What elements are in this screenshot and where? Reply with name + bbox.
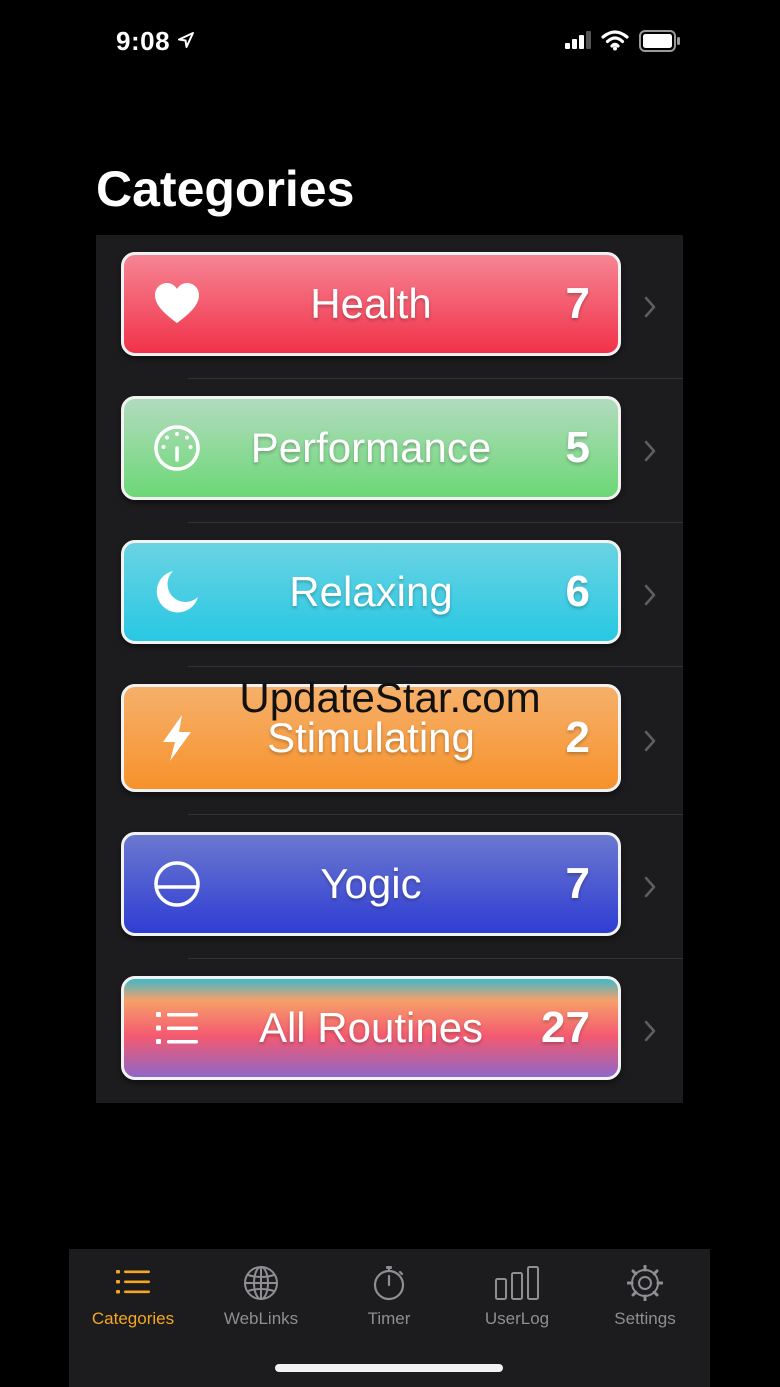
category-count: 7 bbox=[565, 279, 590, 328]
category-label: Performance bbox=[250, 424, 492, 471]
category-label: Health bbox=[310, 280, 432, 327]
category-label: Yogic bbox=[320, 860, 422, 907]
wifi-icon bbox=[601, 30, 629, 51]
tab-label: UserLog bbox=[484, 1309, 550, 1328]
category-count: 7 bbox=[565, 859, 590, 908]
row-divider bbox=[188, 958, 683, 959]
tab-label: WebLinks bbox=[223, 1309, 299, 1328]
battery-icon bbox=[639, 30, 680, 52]
tab-weblinks[interactable]: WebLinks bbox=[197, 1249, 325, 1339]
chevron-right-icon bbox=[644, 584, 656, 606]
tab-label: Timer bbox=[367, 1309, 411, 1328]
gear-icon bbox=[627, 1265, 663, 1301]
category-label: Stimulating bbox=[267, 714, 475, 761]
chevron-right-icon bbox=[644, 440, 656, 462]
tab-categories[interactable]: Categories bbox=[69, 1249, 197, 1339]
category-all-routines-button[interactable]: All Routines 27 bbox=[121, 976, 621, 1080]
list-icon bbox=[116, 1270, 150, 1294]
chevron-right-icon bbox=[644, 1020, 656, 1042]
category-label: All Routines bbox=[258, 1004, 484, 1051]
tab-label: Settings bbox=[614, 1309, 676, 1328]
category-count: 27 bbox=[541, 1003, 590, 1052]
category-count: 2 bbox=[565, 713, 590, 762]
status-time: 9:08 bbox=[116, 26, 171, 56]
page-title: Categories bbox=[96, 161, 355, 217]
chevron-right-icon bbox=[644, 876, 656, 898]
category-relaxing-button[interactable]: Relaxing 6 bbox=[121, 540, 621, 644]
chevron-right-icon bbox=[644, 296, 656, 318]
home-indicator[interactable] bbox=[275, 1364, 503, 1372]
bar-chart-icon bbox=[495, 1266, 539, 1300]
chevron-right-icon bbox=[644, 730, 656, 752]
status-bar: 9:08 bbox=[0, 0, 780, 82]
tab-timer[interactable]: Timer bbox=[325, 1249, 453, 1339]
category-stimulating-button[interactable]: Stimulating 2 bbox=[121, 684, 621, 792]
category-count: 6 bbox=[565, 567, 590, 616]
moon-icon bbox=[156, 571, 198, 613]
category-yogic-button[interactable]: Yogic 7 bbox=[121, 832, 621, 936]
tab-bar: Categories WebLinks Timer UserLog Settin… bbox=[69, 1249, 710, 1387]
globe-icon bbox=[244, 1266, 278, 1300]
tab-userlog[interactable]: UserLog bbox=[453, 1249, 581, 1339]
category-list: Health 7 Performance 5 Relaxing 6 Stimul… bbox=[96, 235, 683, 1103]
circle-half-icon bbox=[154, 861, 200, 907]
tab-label: Categories bbox=[91, 1309, 175, 1328]
category-performance-button[interactable]: Performance 5 bbox=[121, 396, 621, 500]
stopwatch-icon bbox=[373, 1266, 405, 1301]
location-arrow-icon bbox=[178, 32, 194, 48]
cellular-signal-icon bbox=[565, 31, 591, 49]
heart-icon bbox=[155, 283, 199, 323]
bolt-icon bbox=[163, 715, 191, 761]
row-divider bbox=[188, 378, 683, 379]
list-icon bbox=[156, 1012, 198, 1044]
row-divider bbox=[188, 522, 683, 523]
row-divider bbox=[188, 814, 683, 815]
category-health-button[interactable]: Health 7 bbox=[121, 252, 621, 356]
category-count: 5 bbox=[565, 423, 590, 472]
row-divider bbox=[188, 666, 683, 667]
category-label: Relaxing bbox=[289, 568, 453, 615]
tab-settings[interactable]: Settings bbox=[581, 1249, 709, 1339]
gauge-icon bbox=[154, 425, 200, 471]
